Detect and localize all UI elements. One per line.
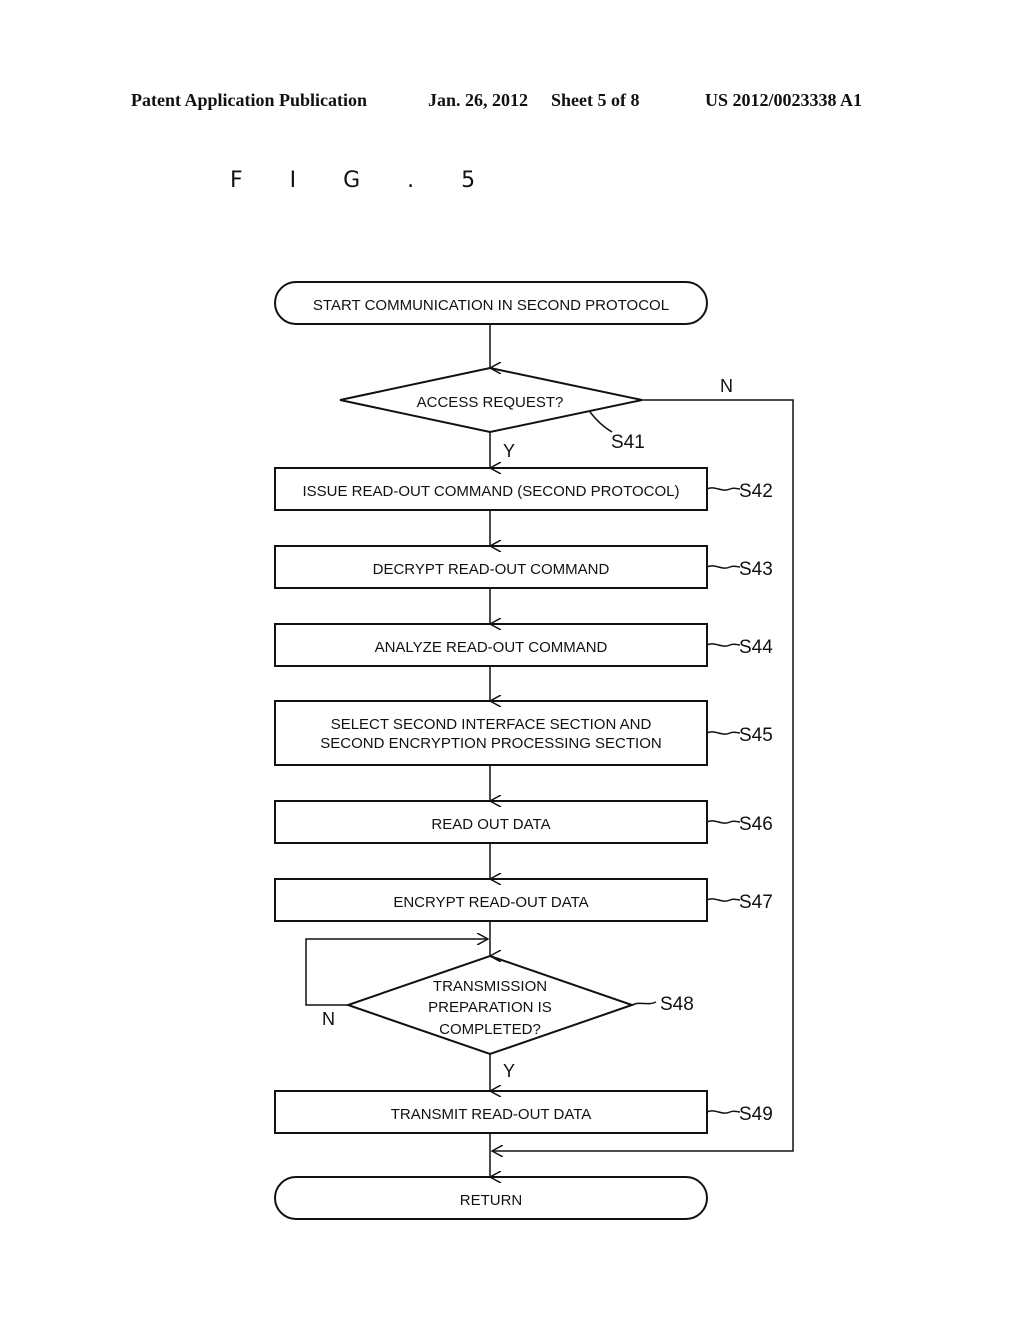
s48-yes-label: Y <box>503 1061 515 1081</box>
s41-yes-label: Y <box>503 441 515 461</box>
s45-text-line2: SECOND ENCRYPTION PROCESSING SECTION <box>320 735 661 752</box>
step-label-s46: S46 <box>739 814 773 835</box>
leader-s46 <box>706 820 741 824</box>
s48-no-loop <box>305 939 488 1006</box>
s47-text: ENCRYPT READ-OUT DATA <box>393 894 588 911</box>
s48-no-label: N <box>322 1009 335 1029</box>
leader-s48 <box>631 1001 657 1006</box>
leader-s42 <box>706 487 741 491</box>
step-label-s48: S48 <box>660 994 694 1015</box>
step-label-s41: S41 <box>611 432 645 453</box>
s49-text: TRANSMIT READ-OUT DATA <box>391 1106 592 1123</box>
step-label-s43: S43 <box>739 559 773 580</box>
step-label-s49: S49 <box>739 1104 773 1125</box>
step-label-s45: S45 <box>739 725 773 746</box>
flowchart: START COMMUNICATION IN SECOND PROTOCOL A… <box>274 281 794 1220</box>
step-label-s44: S44 <box>739 637 773 658</box>
s41-no-label: N <box>720 376 733 396</box>
leader-s49 <box>706 1110 741 1114</box>
s42-text: ISSUE READ-OUT COMMAND (SECOND PROTOCOL) <box>303 483 680 500</box>
leader-s45 <box>706 731 741 735</box>
step-label-s47: S47 <box>739 892 773 913</box>
s43-text: DECRYPT READ-OUT COMMAND <box>373 561 610 578</box>
step-label-s42: S42 <box>739 481 773 502</box>
s48-text-line3: COMPLETED? <box>439 1021 541 1038</box>
s48-text-line1: TRANSMISSION <box>433 978 547 995</box>
leader-s44 <box>706 643 741 647</box>
s46-text: READ OUT DATA <box>431 816 550 833</box>
end-text: RETURN <box>460 1192 523 1209</box>
s44-text: ANALYZE READ-OUT COMMAND <box>375 639 608 656</box>
process-s45 <box>274 700 708 766</box>
start-text: START COMMUNICATION IN SECOND PROTOCOL <box>313 297 669 314</box>
s48-text-line2: PREPARATION IS <box>428 999 552 1016</box>
s41-text: ACCESS REQUEST? <box>417 394 564 411</box>
leader-s41 <box>589 411 613 433</box>
leader-s47 <box>706 898 741 902</box>
leader-s43 <box>706 565 741 569</box>
s45-text-line1: SELECT SECOND INTERFACE SECTION AND <box>331 716 652 733</box>
